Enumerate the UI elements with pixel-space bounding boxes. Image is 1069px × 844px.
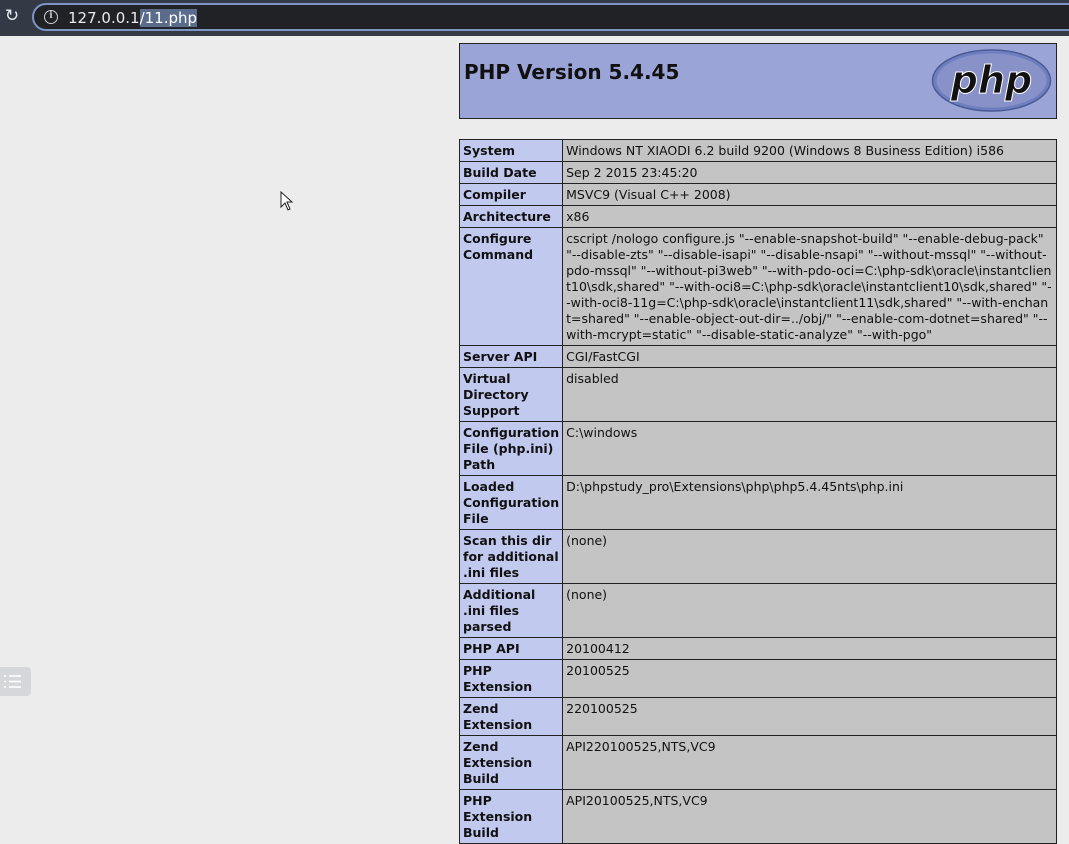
- row-value: API20100525,NTS,VC9: [562, 789, 1057, 844]
- row-value: Windows NT XIAODI 6.2 build 9200 (Window…: [562, 139, 1057, 162]
- table-row: PHP API 20100412: [458, 637, 1057, 660]
- row-label: Compiler: [458, 183, 564, 206]
- row-label: Zend Extension Build: [458, 735, 564, 790]
- mouse-cursor-icon: [280, 191, 294, 211]
- row-value: D:\phpstudy_pro\Extensions\php\php5.4.45…: [562, 475, 1057, 530]
- row-label: Scan this dir for additional .ini files: [458, 529, 564, 584]
- row-label: Additional .ini files parsed: [458, 583, 564, 638]
- row-label: Architecture: [458, 205, 564, 228]
- row-label: Loaded Configuration File: [458, 475, 564, 530]
- table-row: Build Date Sep 2 2015 23:45:20: [458, 161, 1057, 184]
- php-logo-icon: php: [931, 49, 1052, 112]
- row-label: Server API: [458, 345, 564, 368]
- url-host: 127.0.0.1: [68, 9, 140, 27]
- reload-icon[interactable]: ↻: [2, 6, 22, 26]
- row-value: C:\windows: [562, 421, 1057, 476]
- row-label: PHP Extension: [458, 659, 564, 698]
- list-icon: [4, 675, 21, 688]
- row-label: PHP API: [458, 637, 564, 660]
- row-value: CGI/FastCGI: [562, 345, 1057, 368]
- table-row: Compiler MSVC9 (Visual C++ 2008): [458, 183, 1057, 206]
- table-row: PHP Extension 20100525: [458, 659, 1057, 698]
- page-content: PHP Version 5.4.45 php System Windows NT …: [0, 36, 1069, 844]
- row-value: API220100525,NTS,VC9: [562, 735, 1057, 790]
- row-label: Build Date: [458, 161, 564, 184]
- table-row: Configuration File (php.ini) Path C:\wind…: [458, 421, 1057, 476]
- row-value: MSVC9 (Visual C++ 2008): [562, 183, 1057, 206]
- site-info-icon[interactable]: i: [44, 10, 58, 24]
- row-value: Sep 2 2015 23:45:20: [562, 161, 1057, 184]
- row-value: cscript /nologo configure.js "--enable-s…: [562, 227, 1057, 346]
- row-value: disabled: [562, 367, 1057, 422]
- phpinfo-table: System Windows NT XIAODI 6.2 build 9200 (…: [458, 139, 1057, 844]
- row-value: (none): [562, 583, 1057, 638]
- url-text[interactable]: 127.0.0.1/11.php: [68, 8, 198, 28]
- table-row: Zend Extension 220100525: [458, 697, 1057, 736]
- row-label: Zend Extension: [458, 697, 564, 736]
- row-label: PHP Extension Build: [458, 789, 564, 844]
- table-row: Server API CGI/FastCGI: [458, 345, 1057, 368]
- row-value: 20100412: [562, 637, 1057, 660]
- row-value: (none): [562, 529, 1057, 584]
- row-value: 220100525: [562, 697, 1057, 736]
- row-label: Configure Command: [458, 227, 564, 346]
- browser-toolbar: ↻ i 127.0.0.1/11.php: [0, 0, 1069, 36]
- phpinfo-header: PHP Version 5.4.45 php: [459, 43, 1057, 119]
- row-label: Virtual Directory Support: [458, 367, 564, 422]
- php-logo-text: php: [950, 58, 1032, 102]
- table-row: PHP Extension Build API20100525,NTS,VC9: [458, 789, 1057, 844]
- address-bar[interactable]: i 127.0.0.1/11.php: [32, 3, 1069, 31]
- page-title: PHP Version 5.4.45: [464, 60, 680, 84]
- table-row: Virtual Directory Support disabled: [458, 367, 1057, 422]
- side-panel-toggle[interactable]: [0, 667, 31, 696]
- table-row: Architecture x86: [458, 205, 1057, 228]
- table-row: Configure Command cscript /nologo configu…: [458, 227, 1057, 346]
- table-row: Zend Extension Build API220100525,NTS,VC9: [458, 735, 1057, 790]
- table-row: Loaded Configuration File D:\phpstudy_pro…: [458, 475, 1057, 530]
- row-value: 20100525: [562, 659, 1057, 698]
- row-value: x86: [562, 205, 1057, 228]
- url-path-selected: /11.php: [139, 9, 198, 27]
- row-label: System: [458, 139, 564, 162]
- table-row: System Windows NT XIAODI 6.2 build 9200 (…: [458, 139, 1057, 162]
- table-row: Scan this dir for additional .ini files(…: [458, 529, 1057, 584]
- row-label: Configuration File (php.ini) Path: [458, 421, 564, 476]
- table-row: Additional .ini files parsed (none): [458, 583, 1057, 638]
